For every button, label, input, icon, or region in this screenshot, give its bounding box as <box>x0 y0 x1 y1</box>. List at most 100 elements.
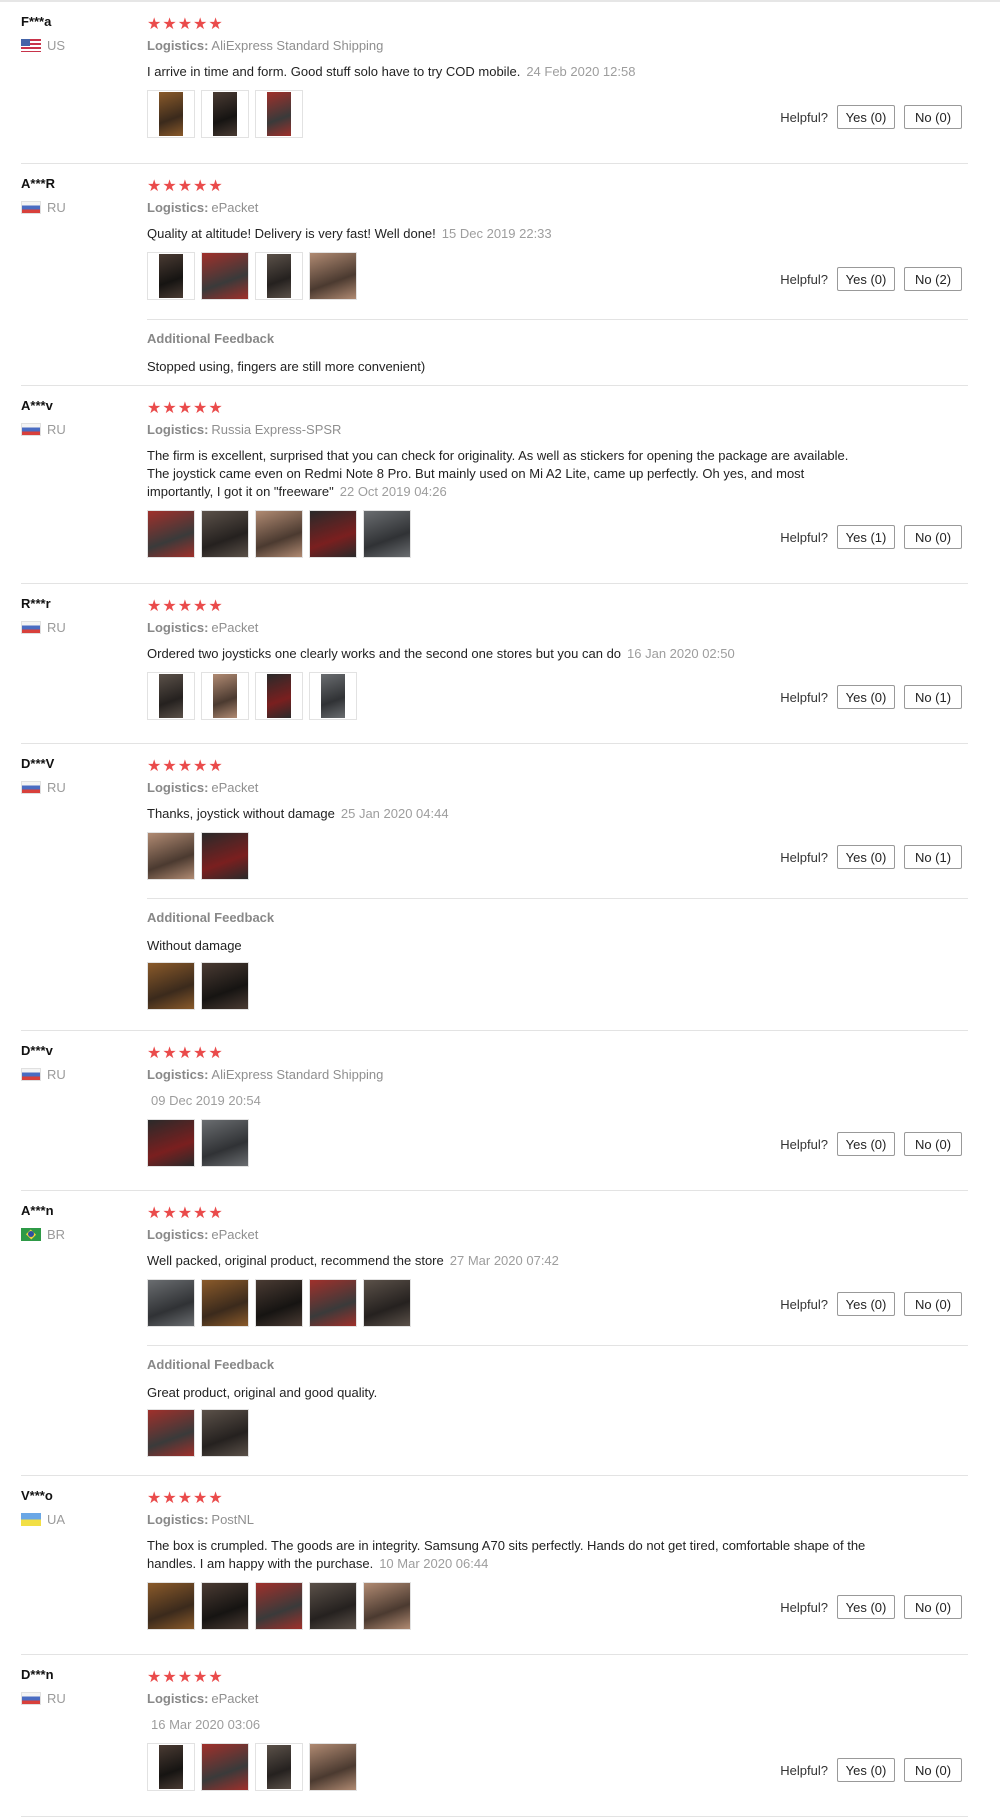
vote-no-button[interactable]: No (0) <box>904 1292 962 1316</box>
review-text: 16 Mar 2020 03:06 <box>147 1716 867 1734</box>
star-icon: ★ <box>147 1043 162 1062</box>
vote-no-button[interactable]: No (0) <box>904 1595 962 1619</box>
review-photo-thumbnail[interactable] <box>363 1582 411 1630</box>
star-icon: ★ <box>177 176 193 195</box>
review-photo-thumbnail[interactable] <box>309 252 357 300</box>
review-text: 09 Dec 2019 20:54 <box>147 1092 867 1110</box>
review-photo-thumbnail[interactable] <box>255 672 303 720</box>
review-photo-thumbnail[interactable] <box>201 832 249 880</box>
review-photo-thumbnail[interactable] <box>255 1582 303 1630</box>
photo-image <box>364 511 410 557</box>
star-icon: ★ <box>162 1667 177 1686</box>
country-flag-icon <box>21 1513 41 1526</box>
review-photo-thumbnail[interactable] <box>201 1582 249 1630</box>
vote-no-button[interactable]: No (0) <box>904 1132 962 1156</box>
vote-no-button[interactable]: No (0) <box>904 525 962 549</box>
review-photo-thumbnail[interactable] <box>201 1279 249 1327</box>
reviewer-name: V***o <box>21 1488 53 1503</box>
review-photo-thumbnail[interactable] <box>309 1279 357 1327</box>
star-icon: ★ <box>177 1488 193 1507</box>
additional-photos <box>147 962 968 1010</box>
review-photo-thumbnail[interactable] <box>255 90 303 138</box>
vote-no-button[interactable]: No (1) <box>904 845 962 869</box>
star-rating: ★ ★ ★ ★ ★ <box>147 16 937 32</box>
review-photo-thumbnail[interactable] <box>255 1279 303 1327</box>
review-photo-thumbnail[interactable] <box>309 1743 357 1791</box>
review-photo-thumbnail[interactable] <box>147 832 195 880</box>
review-photo-thumbnail[interactable] <box>201 672 249 720</box>
star-rating: ★ ★ ★ ★ ★ <box>147 400 937 416</box>
review-photo-thumbnail[interactable] <box>147 1409 195 1457</box>
star-rating: ★ ★ ★ ★ ★ <box>147 1490 937 1506</box>
star-icon: ★ <box>162 1203 177 1222</box>
star-icon: ★ <box>193 1203 208 1222</box>
review-photo-thumbnail[interactable] <box>147 672 195 720</box>
logistics-label: Logistics: <box>147 620 209 635</box>
review-body: Quality at altitude! Delivery is very fa… <box>147 226 436 241</box>
vote-no-button[interactable]: No (1) <box>904 685 962 709</box>
reviewer-country: RU <box>21 620 141 635</box>
helpful-label: Helpful? <box>780 689 828 705</box>
review-photo-thumbnail[interactable] <box>255 1743 303 1791</box>
photo-image <box>310 1744 356 1790</box>
star-rating: ★ ★ ★ ★ ★ <box>147 598 937 614</box>
review-photo-thumbnail[interactable] <box>363 1279 411 1327</box>
star-rating: ★ ★ ★ ★ ★ <box>147 1669 937 1685</box>
vote-yes-button[interactable]: Yes (0) <box>837 1758 895 1782</box>
review-photo-thumbnail[interactable] <box>147 1582 195 1630</box>
review-photo-thumbnail[interactable] <box>147 962 195 1010</box>
star-icon: ★ <box>147 1203 162 1222</box>
star-rating: ★ ★ ★ ★ ★ <box>147 178 937 194</box>
photo-image <box>213 92 237 136</box>
review-photo-thumbnail[interactable] <box>255 510 303 558</box>
review-photo-thumbnail[interactable] <box>147 1743 195 1791</box>
vote-yes-button[interactable]: Yes (0) <box>837 1292 895 1316</box>
photo-image <box>256 1280 302 1326</box>
vote-yes-button[interactable]: Yes (0) <box>837 1595 895 1619</box>
vote-no-button[interactable]: No (0) <box>904 1758 962 1782</box>
vote-yes-button[interactable]: Yes (0) <box>837 105 895 129</box>
review-photo-thumbnail[interactable] <box>201 1119 249 1167</box>
review-photo-thumbnail[interactable] <box>201 510 249 558</box>
vote-yes-button[interactable]: Yes (0) <box>837 685 895 709</box>
vote-no-button[interactable]: No (2) <box>904 267 962 291</box>
logistics-info: Logistics: AliExpress Standard Shipping <box>147 38 937 56</box>
additional-feedback-text: Great product, original and good quality… <box>147 1385 378 1400</box>
review-body: Thanks, joystick without damage <box>147 806 335 821</box>
vote-yes-button[interactable]: Yes (0) <box>837 1132 895 1156</box>
vote-yes-button[interactable]: Yes (0) <box>837 845 895 869</box>
reviewer-country: RU <box>21 422 141 437</box>
reviewer-name: R***r <box>21 596 51 611</box>
helpful-vote: Helpful? Yes (1) No (0) <box>780 525 962 549</box>
review-text: The firm is excellent, surprised that yo… <box>147 447 867 501</box>
review-photo-thumbnail[interactable] <box>201 1409 249 1457</box>
review-text: Ordered two joysticks one clearly works … <box>147 645 867 663</box>
review-photo-thumbnail[interactable] <box>201 252 249 300</box>
review-photo-thumbnail[interactable] <box>147 1279 195 1327</box>
review-photo-thumbnail[interactable] <box>147 252 195 300</box>
review-photo-thumbnail[interactable] <box>309 672 357 720</box>
vote-yes-button[interactable]: Yes (1) <box>837 525 895 549</box>
review-photo-thumbnail[interactable] <box>201 1743 249 1791</box>
review-photo-thumbnail[interactable] <box>201 962 249 1010</box>
star-icon: ★ <box>177 14 193 33</box>
country-code: RU <box>47 422 66 437</box>
vote-no-button[interactable]: No (0) <box>904 105 962 129</box>
photo-image <box>213 674 237 718</box>
reviewer-name: A***v <box>21 398 53 413</box>
review-photo-thumbnail[interactable] <box>309 1582 357 1630</box>
helpful-label: Helpful? <box>780 1296 828 1312</box>
review-photo-thumbnail[interactable] <box>147 510 195 558</box>
review-photo-thumbnail[interactable] <box>147 90 195 138</box>
review-photo-thumbnail[interactable] <box>147 1119 195 1167</box>
review-photo-thumbnail[interactable] <box>363 510 411 558</box>
review-photo-thumbnail[interactable] <box>201 90 249 138</box>
vote-yes-button[interactable]: Yes (0) <box>837 267 895 291</box>
photo-image <box>310 1280 356 1326</box>
review-photo-thumbnail[interactable] <box>309 510 357 558</box>
photo-image <box>148 1280 194 1326</box>
helpful-vote: Helpful? Yes (0) No (0) <box>780 1292 962 1316</box>
review-card: D***n RU ★ ★ ★ ★ ★ Logistics: ePacket 16 Mar 2020… <box>21 1655 968 1817</box>
review-card: A***v RU ★ ★ ★ ★ ★ Logistics: Russia Express-SPS… <box>21 386 968 584</box>
review-photo-thumbnail[interactable] <box>255 252 303 300</box>
